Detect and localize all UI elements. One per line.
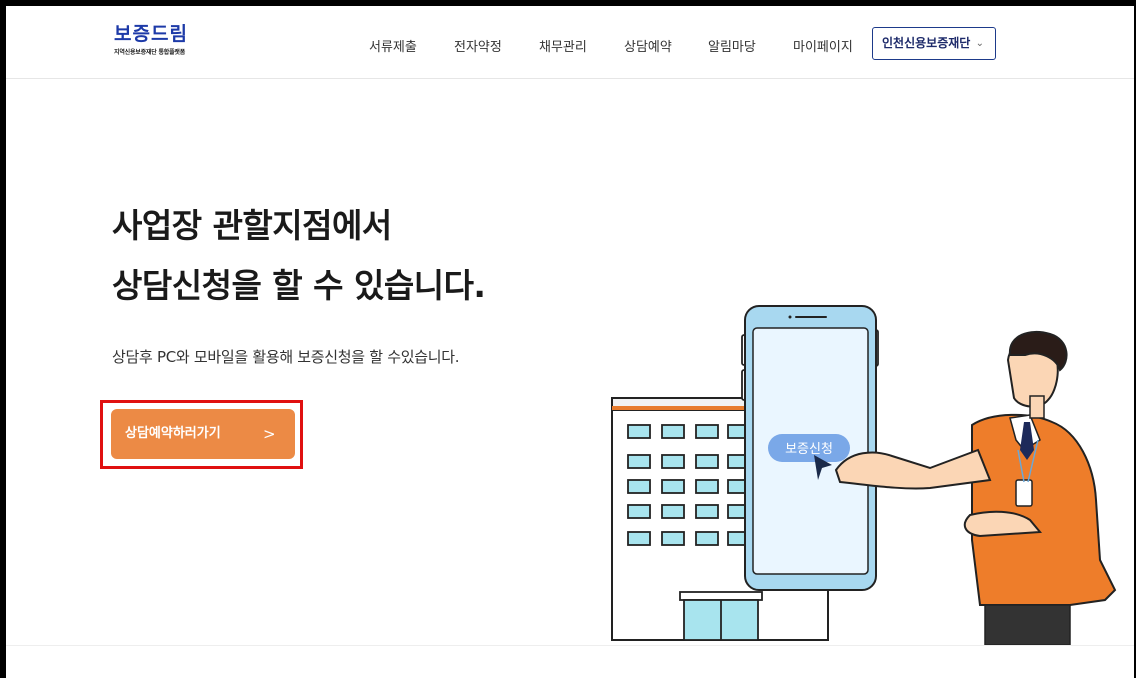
logo-subtitle: 지역신용보증재단 통합플랫폼 <box>114 49 186 56</box>
hero-heading-line1: 사업장 관할지점에서 <box>112 206 392 245</box>
nav-item-consult-booking[interactable]: 상담예약 <box>624 36 672 55</box>
consultant-illustration <box>834 330 1117 645</box>
hero-heading: 사업장 관할지점에서 상담신청을 할 수 있습니다. <box>112 196 486 316</box>
foundation-select[interactable]: 인천신용보증재단 ⌄ <box>872 27 996 60</box>
chevron-right-icon: > <box>263 425 276 443</box>
nav-item-debt-management[interactable]: 채무관리 <box>539 36 587 55</box>
nav-item-document-submit[interactable]: 서류제출 <box>369 36 417 55</box>
section-divider <box>6 645 1134 646</box>
consult-booking-button[interactable]: 상담예약하러가기 > <box>111 409 295 459</box>
foundation-select-value: 인천신용보증재단 <box>882 36 971 50</box>
chevron-down-icon: ⌄ <box>975 38 984 49</box>
hero-heading-line2: 상담신청을 할 수 있습니다. <box>112 266 486 305</box>
site-header: 보증드림 지역신용보증재단 통합플랫폼 서류제출 전자약정 채무관리 상담예약 … <box>6 6 1134 79</box>
consult-booking-button-label: 상담예약하러가기 <box>125 426 221 441</box>
nav-item-notices[interactable]: 알림마당 <box>708 36 756 55</box>
hero-illustration: 보증신청 <box>611 305 1117 645</box>
hero-subtext: 상담후 PC와 모바일을 활용해 보증신청을 할 수있습니다. <box>112 348 460 366</box>
site-logo[interactable]: 보증드림 지역신용보증재단 통합플랫폼 <box>114 24 188 56</box>
logo-title: 보증드림 <box>114 23 188 45</box>
bubble-label: 보증신청 <box>785 442 833 457</box>
nav-item-e-agreement[interactable]: 전자약정 <box>454 36 502 55</box>
nav-item-mypage[interactable]: 마이페이지 <box>793 36 853 55</box>
